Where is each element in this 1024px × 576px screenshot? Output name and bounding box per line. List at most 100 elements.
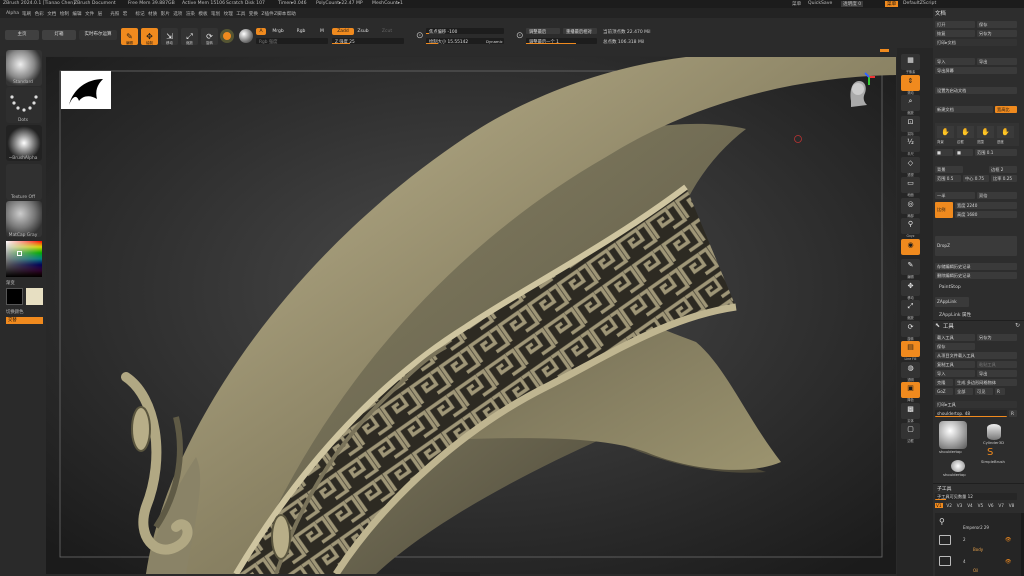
- a-button[interactable]: A: [256, 28, 266, 35]
- right-shelf-button[interactable]: ⤢ 缩放: [901, 300, 920, 320]
- menu-item[interactable]: 文件: [85, 11, 94, 17]
- tool-pin-icon[interactable]: ⬉: [935, 322, 940, 329]
- m-button[interactable]: M: [317, 28, 327, 35]
- menu-item[interactable]: Z插件: [261, 11, 273, 17]
- zapplink-button[interactable]: ZAppLink: [935, 297, 969, 307]
- edit-icon[interactable]: ✎ 编辑: [121, 28, 138, 45]
- adjust-last-slider[interactable]: 调整最后一个 1: [526, 38, 597, 45]
- menu-item[interactable]: 标记: [135, 11, 144, 17]
- rgb-intensity-slider[interactable]: Rgb 强度: [256, 38, 328, 45]
- menu-item[interactable]: 帮助: [287, 11, 296, 17]
- material-thumbnail[interactable]: [6, 201, 42, 237]
- load-from-project-button[interactable]: 从项目文件载入工具: [935, 352, 1017, 359]
- save-tool-button[interactable]: 保存: [935, 343, 975, 350]
- subtool-name-1[interactable]: Emperor2 29: [963, 525, 989, 530]
- tool-thumb-shouldertop-2[interactable]: [951, 460, 965, 472]
- draw-icon[interactable]: ✥ 绘制: [141, 28, 158, 45]
- delete-history-button[interactable]: 删除编辑历史记录: [935, 272, 1017, 279]
- menu-item[interactable]: 纹理: [224, 11, 233, 17]
- load-tool-button[interactable]: 载入工具: [935, 334, 975, 341]
- store-history-button[interactable]: 存储编辑历史记录: [935, 263, 1017, 270]
- right-shelf-button[interactable]: ▭ 地面: [901, 177, 920, 197]
- new-document-button[interactable]: 新建文档: [935, 106, 993, 113]
- background-color-swatches[interactable]: ✋ ✋ ✋ ✋ 背景 边框 范围 进度: [935, 123, 1019, 146]
- menu-item[interactable]: Alpha: [6, 11, 19, 16]
- move-icon[interactable]: ⇲ 移动: [161, 28, 178, 45]
- menu-item[interactable]: 变换: [249, 11, 258, 17]
- color-a-swatch[interactable]: ■: [935, 149, 953, 156]
- menu-item[interactable]: 色彩: [35, 11, 44, 17]
- visible-button[interactable]: 可见: [975, 388, 993, 395]
- menu-item[interactable]: Z脚本: [274, 11, 286, 17]
- version-label[interactable]: V1: [935, 503, 943, 508]
- rotate-icon[interactable]: ⟳ 旋转: [201, 28, 218, 45]
- z-intensity-slider[interactable]: Z 强度 25: [332, 38, 404, 45]
- right-shelf-button[interactable]: ▩ 实体: [901, 402, 920, 423]
- make-polymesh-button[interactable]: 生成 多边形网格物体: [955, 379, 1017, 386]
- paste-tool-button[interactable]: 粘贴工具: [977, 361, 1017, 368]
- export-tool-button[interactable]: 导出: [977, 370, 1017, 377]
- all-button[interactable]: 全部: [955, 388, 973, 395]
- aspect-ratio-button[interactable]: 宽高比: [995, 106, 1017, 113]
- axis-gizmo[interactable]: [841, 71, 877, 111]
- sphere-icon[interactable]: [239, 29, 253, 43]
- version-label[interactable]: V5: [977, 503, 985, 508]
- export-button[interactable]: 导出: [977, 58, 1017, 65]
- folder-icon[interactable]: [939, 535, 951, 545]
- live-boolean-button[interactable]: 实时布尔运算: [79, 30, 117, 40]
- bottom-shelf[interactable]: [440, 572, 480, 576]
- right-shelf-button[interactable]: ½ 半尺: [901, 136, 920, 156]
- width-slider[interactable]: 宽度 2240: [955, 202, 1017, 209]
- adjust-last-button[interactable]: 调整最后: [526, 28, 560, 35]
- height-slider[interactable]: 高度 1680: [955, 211, 1017, 218]
- border-color-icon[interactable]: ✋: [957, 126, 974, 138]
- range2-slider[interactable]: 范围 0.5: [935, 175, 961, 182]
- rgb-button[interactable]: Rgb: [294, 28, 308, 35]
- progress-color-icon[interactable]: ✋: [997, 126, 1014, 138]
- right-shelf-button[interactable]: ✥ 移动: [901, 279, 920, 300]
- version-label[interactable]: V3: [956, 503, 964, 508]
- secondary-color-swatch[interactable]: [26, 288, 43, 305]
- center-slider[interactable]: 中心 0.75: [963, 175, 989, 182]
- back-button[interactable]: 背景: [935, 166, 963, 173]
- right-shelf-button[interactable]: ◉: [901, 238, 920, 255]
- subtool-visible-count-slider[interactable]: 子工具可见数量 12: [935, 493, 1017, 500]
- focal-shift-slider[interactable]: 焦点偏移 -100: [426, 28, 504, 35]
- zadd-button[interactable]: Zadd: [332, 28, 354, 35]
- range-slider[interactable]: 范围 0.1: [975, 149, 1017, 156]
- color-picker[interactable]: [6, 241, 42, 277]
- menu-item[interactable]: 模板: [198, 11, 207, 17]
- current-tool-slider[interactable]: shouldertop. 48: [935, 410, 1007, 417]
- zcut-button[interactable]: Zcut: [380, 28, 394, 35]
- version-label[interactable]: V8: [1008, 503, 1016, 508]
- transparency-slider[interactable]: 透明度 0: [841, 1, 864, 7]
- right-shelf-button[interactable]: ⚲ Gxyz: [901, 218, 920, 238]
- toolbar-scroll-handle[interactable]: [880, 49, 889, 52]
- menu-item[interactable]: 宏: [123, 11, 128, 17]
- save-as-button[interactable]: 另存为: [977, 30, 1017, 37]
- print-tool-button[interactable]: 打印▸工具: [935, 401, 1017, 408]
- export-screen-button[interactable]: 导出屏幕: [935, 67, 1017, 74]
- save-button[interactable]: 保存: [977, 21, 1017, 28]
- revert-button[interactable]: 恢复: [935, 30, 975, 37]
- version-label[interactable]: V6: [987, 503, 995, 508]
- version-label[interactable]: V2: [945, 503, 953, 508]
- mrgb-button[interactable]: Mrgb: [268, 28, 288, 35]
- menu-item[interactable]: 材质: [148, 11, 157, 17]
- folder-icon-2[interactable]: [939, 556, 951, 566]
- color-b-swatch[interactable]: ■: [955, 149, 973, 156]
- paintstop-label[interactable]: PaintStop: [939, 285, 961, 290]
- lightbox-button[interactable]: 灯箱: [42, 30, 76, 40]
- menu-item[interactable]: 笔刷: [22, 11, 31, 17]
- menus-button[interactable]: 菜单: [885, 1, 899, 7]
- subtool-eye-icon-2[interactable]: 👁: [1005, 559, 1011, 565]
- alternate-button[interactable]: 交替: [6, 317, 43, 324]
- pro-toggle[interactable]: 比例: [935, 202, 953, 218]
- dynamic-toggle[interactable]: Dynamic: [486, 39, 503, 44]
- menu-item[interactable]: 光照: [110, 11, 119, 17]
- tool-r-button[interactable]: R: [1009, 410, 1017, 417]
- default-zscript[interactable]: DefaultZScript: [903, 1, 936, 6]
- right-shelf-button[interactable]: ▢ 边框: [901, 423, 920, 443]
- main-color-swatch[interactable]: [6, 288, 23, 305]
- cylinder-icon[interactable]: [987, 424, 1001, 440]
